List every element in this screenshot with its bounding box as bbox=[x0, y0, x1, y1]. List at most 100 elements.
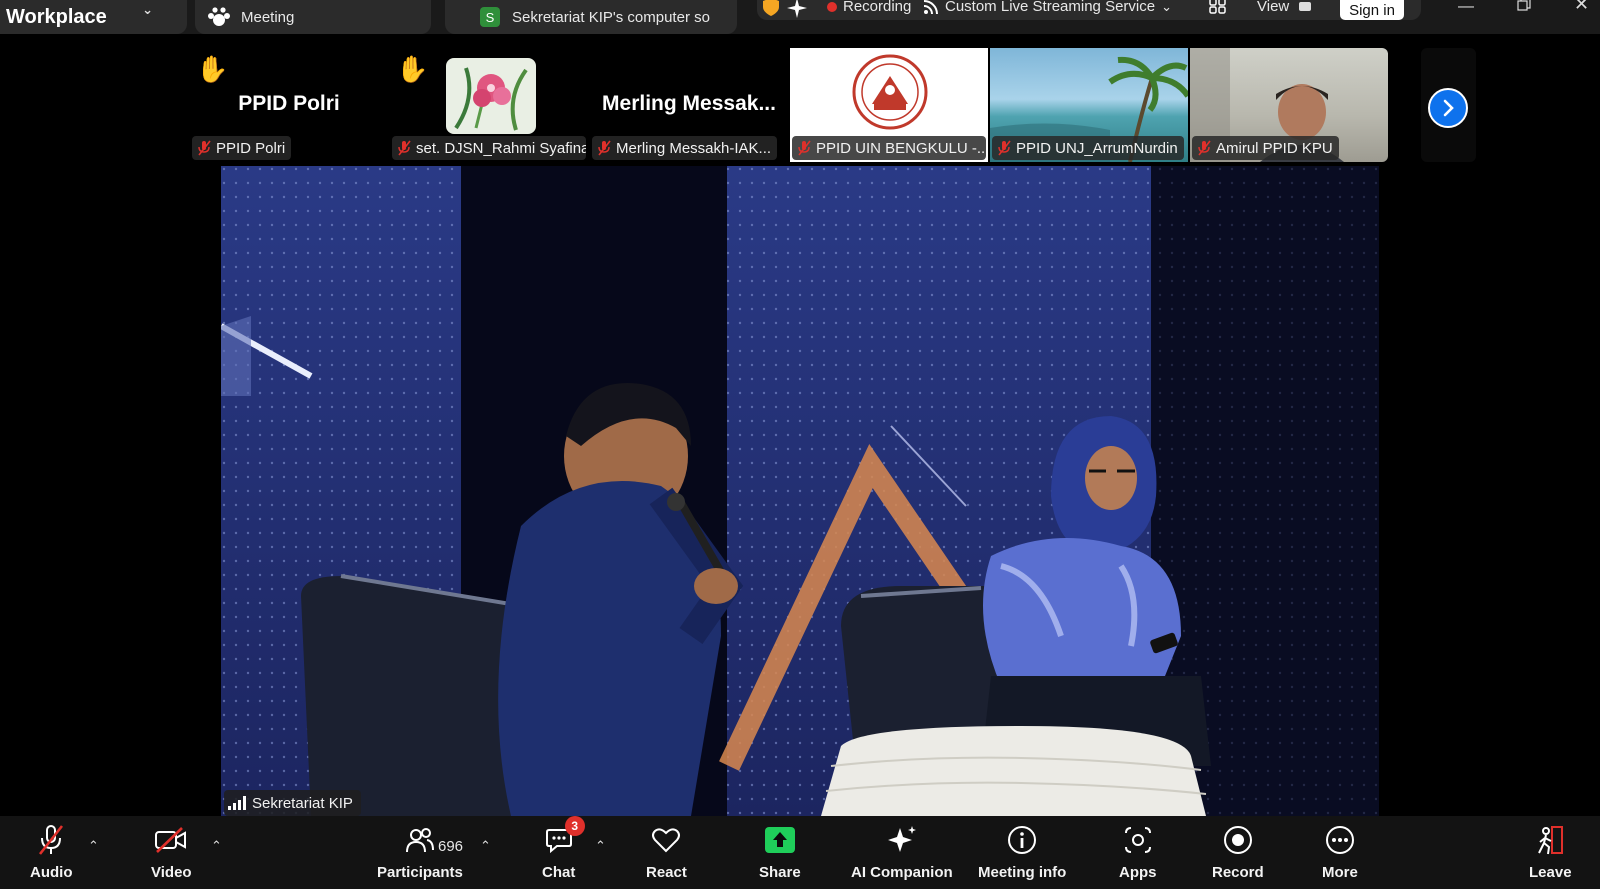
audio-options-caret[interactable]: ⌃ bbox=[88, 838, 99, 854]
leave-icon bbox=[1534, 822, 1566, 858]
gallery-grid-icon[interactable] bbox=[1209, 0, 1227, 14]
chat-unread-badge: 3 bbox=[564, 816, 585, 836]
record-icon bbox=[1223, 822, 1253, 858]
recording-dot-icon bbox=[827, 1, 837, 12]
leave-label: Leave bbox=[1529, 864, 1572, 881]
video-options-caret[interactable]: ⌃ bbox=[211, 838, 222, 854]
live-streaming-indicator[interactable]: Custom Live Streaming Service ⌄ bbox=[923, 0, 1172, 15]
chat-button[interactable]: 3 Chat bbox=[542, 816, 585, 881]
participant-tile[interactable]: ✋ set. DJSN_Rahmi Syafina bbox=[390, 48, 588, 162]
participant-tile[interactable]: Amirul PPID KPU bbox=[1190, 48, 1388, 162]
record-button[interactable]: Record bbox=[1212, 822, 1264, 881]
mic-muted-icon bbox=[1198, 140, 1211, 156]
more-label: More bbox=[1322, 864, 1358, 881]
mic-muted-icon bbox=[198, 140, 211, 156]
participant-display-name: PPID Polri bbox=[238, 92, 340, 115]
leave-button[interactable]: Leave bbox=[1529, 822, 1572, 881]
tab-meeting-label: Meeting bbox=[241, 8, 295, 26]
recording-label: Recording bbox=[843, 0, 912, 15]
sign-in-button[interactable]: Sign in bbox=[1340, 0, 1404, 20]
info-icon bbox=[1007, 822, 1037, 858]
participant-label: PPID Polri bbox=[192, 136, 292, 160]
more-icon bbox=[1325, 822, 1355, 858]
meeting-info-button[interactable]: Meeting info bbox=[978, 822, 1066, 881]
mic-muted-icon bbox=[398, 140, 411, 156]
react-label: React bbox=[646, 864, 687, 881]
tab-meeting[interactable]: Meeting bbox=[195, 0, 431, 34]
participant-name: PPID UIN BENGKULU -... bbox=[816, 139, 986, 157]
restore-icon[interactable] bbox=[1517, 0, 1531, 15]
video-off-icon bbox=[154, 822, 188, 858]
audio-label: Audio bbox=[30, 864, 73, 881]
apps-label: Apps bbox=[1119, 864, 1157, 881]
chevron-down-icon: ⌄ bbox=[142, 2, 153, 17]
broadcast-icon bbox=[923, 0, 938, 14]
participants-options-caret[interactable]: ⌃ bbox=[480, 838, 491, 854]
participant-label: PPID UIN BENGKULU -... bbox=[792, 136, 986, 160]
chevron-down-icon: ⌄ bbox=[1161, 0, 1172, 14]
signal-strength-icon bbox=[228, 796, 246, 810]
participant-tile[interactable]: PPID UIN BENGKULU -... bbox=[790, 48, 988, 162]
meeting-status-bar: Recording Custom Live Streaming Service … bbox=[757, 0, 1421, 20]
close-icon[interactable]: ✕ bbox=[1574, 0, 1589, 13]
meeting-info-label: Meeting info bbox=[978, 864, 1067, 881]
heart-icon bbox=[651, 822, 681, 858]
participants-count: 696 bbox=[438, 838, 464, 855]
active-speaker-label: Sekretariat KIP bbox=[224, 790, 361, 816]
video-button[interactable]: Video bbox=[151, 822, 192, 881]
mic-muted-icon bbox=[998, 140, 1011, 156]
audio-button[interactable]: Audio bbox=[30, 822, 73, 881]
apps-button[interactable]: Apps bbox=[1119, 822, 1157, 881]
main-video[interactable] bbox=[221, 166, 1379, 816]
shield-alert-icon[interactable] bbox=[763, 0, 779, 16]
mic-muted-icon bbox=[36, 822, 66, 858]
react-button[interactable]: React bbox=[646, 822, 687, 881]
streaming-label: Custom Live Streaming Service bbox=[945, 0, 1156, 15]
next-page-button[interactable] bbox=[1428, 88, 1468, 128]
participant-name: Amirul PPID KPU bbox=[1216, 139, 1333, 157]
participant-name: PPID UNJ_ArrumNurdin bbox=[1016, 139, 1178, 157]
participants-label: Participants bbox=[377, 864, 463, 881]
active-speaker-name: Sekretariat KIP bbox=[252, 794, 353, 812]
raised-hand-icon: ✋ bbox=[396, 54, 429, 84]
title-bar: Workplace ⌄ Meeting S Sekretariat KIP's … bbox=[0, 0, 1600, 34]
sparkle-icon bbox=[886, 822, 918, 858]
mic-muted-icon bbox=[598, 140, 611, 156]
chevron-right-icon bbox=[1443, 99, 1454, 117]
view-layout-icon bbox=[1299, 2, 1312, 11]
apps-icon bbox=[1123, 822, 1153, 858]
participant-label: Amirul PPID KPU bbox=[1192, 136, 1339, 160]
view-menu[interactable]: View bbox=[1257, 0, 1312, 15]
share-button[interactable]: Share bbox=[759, 822, 801, 881]
chat-label: Chat bbox=[542, 864, 576, 881]
participants-icon bbox=[405, 822, 435, 858]
participant-label: set. DJSN_Rahmi Syafina bbox=[392, 136, 586, 160]
participant-tile[interactable]: PPID UNJ_ArrumNurdin bbox=[990, 48, 1188, 162]
participant-strip: ✋ PPID Polri PPID Polri ✋ set. DJSN_Rahm… bbox=[190, 48, 1476, 162]
app-title-dropdown[interactable]: Workplace ⌄ bbox=[0, 0, 187, 34]
meeting-toolbar: Audio ⌃ Video ⌃ Participants 696 ⌃ 3 Cha… bbox=[0, 816, 1600, 889]
mic-muted-icon bbox=[798, 140, 811, 156]
participant-avatar bbox=[446, 58, 536, 134]
raised-hand-icon: ✋ bbox=[196, 54, 229, 84]
participant-name: PPID Polri bbox=[216, 139, 286, 157]
recording-indicator[interactable]: Recording bbox=[827, 0, 911, 15]
minimize-icon[interactable]: — bbox=[1458, 0, 1474, 15]
meeting-icon bbox=[208, 7, 230, 26]
share-source-label: Sekretariat KIP's computer so bbox=[512, 8, 710, 26]
participant-name: Merling Messakh-IAK... bbox=[616, 139, 772, 157]
ai-companion-label: AI Companion bbox=[851, 864, 953, 881]
participant-name: set. DJSN_Rahmi Syafina bbox=[416, 139, 586, 157]
sparkle-icon[interactable] bbox=[787, 0, 807, 18]
record-label: Record bbox=[1212, 864, 1264, 881]
share-source-badge: S bbox=[480, 7, 500, 27]
more-button[interactable]: More bbox=[1322, 822, 1358, 881]
participant-display-name: Merling Messak... bbox=[602, 92, 776, 115]
participant-tile[interactable]: ✋ PPID Polri PPID Polri bbox=[190, 48, 388, 162]
tab-screen-share[interactable]: S Sekretariat KIP's computer so bbox=[445, 0, 737, 34]
chat-options-caret[interactable]: ⌃ bbox=[595, 838, 606, 854]
ai-companion-button[interactable]: AI Companion bbox=[851, 822, 953, 881]
participant-tile[interactable]: Merling Messak... Merling Messakh-IAK... bbox=[590, 48, 788, 162]
chat-icon: 3 bbox=[545, 816, 585, 858]
share-screen-icon bbox=[764, 822, 795, 858]
